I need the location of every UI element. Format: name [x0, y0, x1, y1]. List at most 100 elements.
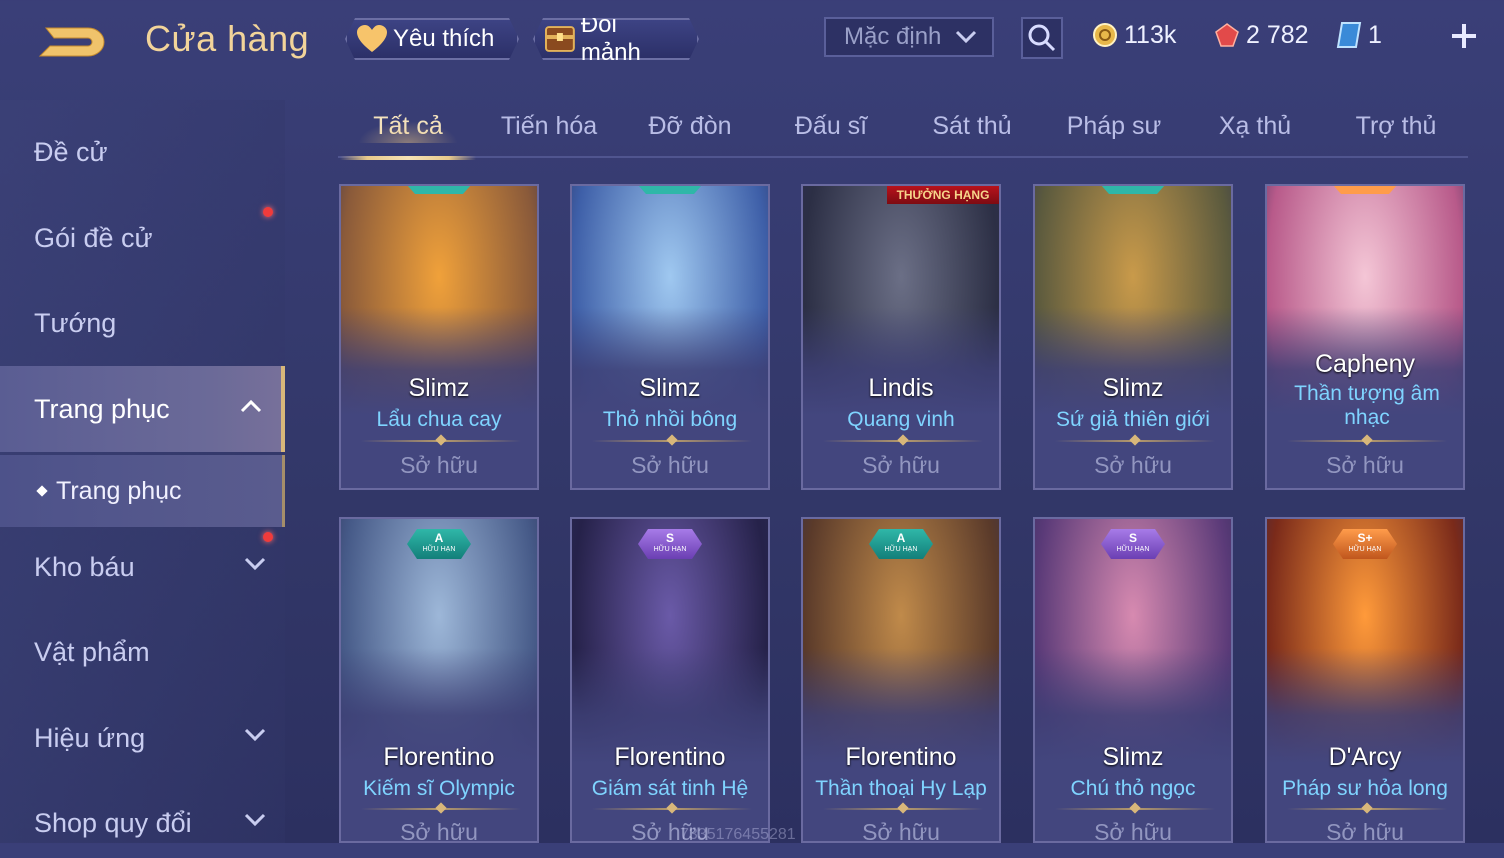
- limited-label: HỮU HẠN: [884, 546, 918, 553]
- tier-badge: S HỮU HẠN: [1101, 529, 1165, 559]
- sidebar-item-label: Đề cử: [34, 136, 108, 167]
- hero-name: Florentino: [845, 743, 957, 771]
- limited-label: HỮU HẠN: [422, 546, 456, 553]
- card-divider: [592, 440, 752, 442]
- skin-name: Kiếm sĩ Olympic: [363, 777, 515, 800]
- heart-icon: [355, 24, 389, 54]
- page-title: Cửa hàng: [145, 18, 310, 59]
- card-divider: [592, 808, 752, 810]
- skin-card[interactable]: Slimz Sứ giả thiên giới Sở hữu: [1033, 184, 1233, 490]
- skin-card[interactable]: Capheny Thần tượng âm nhạc Sở hữu: [1265, 184, 1465, 490]
- owned-status: Sở hữu: [1326, 452, 1404, 478]
- voucher-ticket-icon: [1336, 22, 1362, 48]
- skin-name: Pháp sư hỏa long: [1282, 777, 1448, 800]
- hero-name: Capheny: [1314, 350, 1416, 378]
- bullet-diamond-icon: [36, 485, 48, 497]
- card-divider: [1287, 440, 1447, 442]
- tab-fighter[interactable]: Đấu sĩ: [761, 112, 901, 141]
- search-icon: [1028, 24, 1056, 52]
- ruby-currency: 2 782: [1214, 18, 1309, 52]
- tab-tank[interactable]: Đỡ đòn: [620, 112, 760, 141]
- sidebar-item-bundles[interactable]: Gói đề cử: [0, 203, 285, 273]
- treasure-chest-icon: [543, 23, 577, 55]
- voucher-currency: 1: [1336, 18, 1382, 52]
- exchange-shard-button[interactable]: Đổi mảnh: [533, 18, 699, 60]
- search-button[interactable]: [1021, 17, 1063, 59]
- skin-name: Thần tượng âm nhạc: [1294, 382, 1440, 429]
- skin-card[interactable]: S HỮU HẠN Florentino Giám sát tinh Hệ Sở…: [570, 517, 770, 843]
- sidebar-subitem-skins[interactable]: Trang phục: [0, 455, 285, 527]
- owned-status: Sở hữu: [1094, 819, 1172, 843]
- hero-name: Slimz: [1102, 374, 1164, 402]
- sidebar-item-skins[interactable]: Trang phục: [0, 366, 285, 452]
- owned-status: Sở hữu: [1094, 452, 1172, 478]
- sidebar-item-items[interactable]: Vật phẩm: [0, 617, 285, 687]
- card-divider: [823, 440, 983, 442]
- tier-label: S: [1128, 531, 1137, 545]
- tab-all[interactable]: Tất cả: [338, 112, 478, 160]
- ruby-gem-icon: [1215, 23, 1239, 47]
- skin-card[interactable]: S HỮU HẠN Slimz Chú thỏ ngọc Sở hữu: [1033, 517, 1233, 843]
- skin-name: Thần thoại Hy Lạp: [815, 777, 987, 800]
- tab-assassin[interactable]: Sát thủ: [902, 112, 1042, 141]
- tab-glow: [358, 121, 458, 143]
- favorite-button[interactable]: Yêu thích: [345, 18, 519, 60]
- card-divider: [1055, 808, 1215, 810]
- tab-evolution[interactable]: Tiến hóa: [479, 112, 619, 141]
- owned-status: Sở hữu: [631, 452, 709, 478]
- back-button[interactable]: [36, 22, 112, 62]
- sidebar-item-heroes[interactable]: Tướng: [0, 288, 285, 358]
- chevron-down-icon: [955, 30, 977, 44]
- skin-card[interactable]: S+ HỮU HẠN D'Arcy Pháp sư hỏa long Sở hữ…: [1265, 517, 1465, 843]
- tier-label: S+: [1357, 531, 1373, 545]
- chevron-down-icon: [244, 813, 266, 827]
- skin-card[interactable]: Slimz Thỏ nhồi bông Sở hữu: [570, 184, 770, 490]
- tab-marksman[interactable]: Xạ thủ: [1185, 112, 1325, 141]
- skin-name: Quang vinh: [847, 408, 955, 431]
- skin-card[interactable]: THƯỞNG HẠNG Lindis Quang vinh Sở hữu: [801, 184, 1001, 490]
- skin-card[interactable]: A HỮU HẠN Florentino Thần thoại Hy Lạp S…: [801, 517, 1001, 843]
- exchange-label: Đổi mảnh: [580, 11, 641, 66]
- favorite-label: Yêu thích: [393, 25, 495, 52]
- chevron-down-icon: [244, 728, 266, 742]
- notification-dot: [263, 532, 273, 542]
- tab-active-underline: [340, 156, 476, 160]
- chevron-up-icon: [240, 399, 262, 413]
- sidebar-item-label: Shop quy đổi: [34, 807, 192, 838]
- tier-label: A: [896, 531, 906, 545]
- tab-support[interactable]: Trợ thủ: [1326, 112, 1466, 141]
- card-divider: [1055, 440, 1215, 442]
- skin-name: Sứ giả thiên giới: [1056, 408, 1210, 431]
- hero-name: Slimz: [639, 374, 701, 402]
- sidebar-item-effects[interactable]: Hiệu ứng: [0, 703, 285, 773]
- gold-coin-icon: [1093, 23, 1117, 47]
- tier-label: S: [665, 531, 674, 545]
- limited-badge: [407, 186, 471, 194]
- sidebar-item-label: Tướng: [34, 307, 117, 338]
- ruby-amount: 2 782: [1246, 20, 1309, 49]
- add-currency-button[interactable]: [1444, 16, 1484, 56]
- sidebar: Đề cử Gói đề cử Tướng Trang phục Trang p…: [0, 100, 285, 843]
- notification-dot: [263, 207, 273, 217]
- sort-dropdown[interactable]: Mặc định: [824, 17, 994, 57]
- sidebar-item-exchange-shop[interactable]: Shop quy đổi: [0, 788, 285, 858]
- skin-card[interactable]: A HỮU HẠN Florentino Kiếm sĩ Olympic Sở …: [339, 517, 539, 843]
- skin-card[interactable]: Slimz Lẩu chua cay Sở hữu: [339, 184, 539, 490]
- sidebar-item-label: Kho báu: [34, 551, 135, 582]
- category-tabs: Tất cả Tiến hóa Đỡ đòn Đấu sĩ Sát thủ Ph…: [338, 100, 1468, 160]
- sidebar-item-label: Gói đề cử: [34, 222, 153, 253]
- tab-label: Đấu sĩ: [794, 112, 868, 140]
- hero-name: Florentino: [383, 743, 495, 771]
- tab-mage[interactable]: Pháp sư: [1044, 112, 1184, 141]
- tier-badge: A HỮU HẠN: [869, 529, 933, 559]
- card-divider: [1287, 808, 1447, 810]
- hero-name: D'Arcy: [1328, 743, 1402, 771]
- tab-label: Pháp sư: [1066, 112, 1162, 140]
- tier-badge: S+ HỮU HẠN: [1333, 529, 1397, 559]
- tab-label: Trợ thủ: [1355, 112, 1437, 140]
- sidebar-item-recommended[interactable]: Đề cử: [0, 117, 285, 187]
- sidebar-item-label: Vật phẩm: [34, 636, 150, 667]
- sidebar-item-treasure[interactable]: Kho báu: [0, 532, 285, 602]
- sidebar-item-label: Hiệu ứng: [34, 722, 146, 753]
- hero-name: Slimz: [408, 374, 470, 402]
